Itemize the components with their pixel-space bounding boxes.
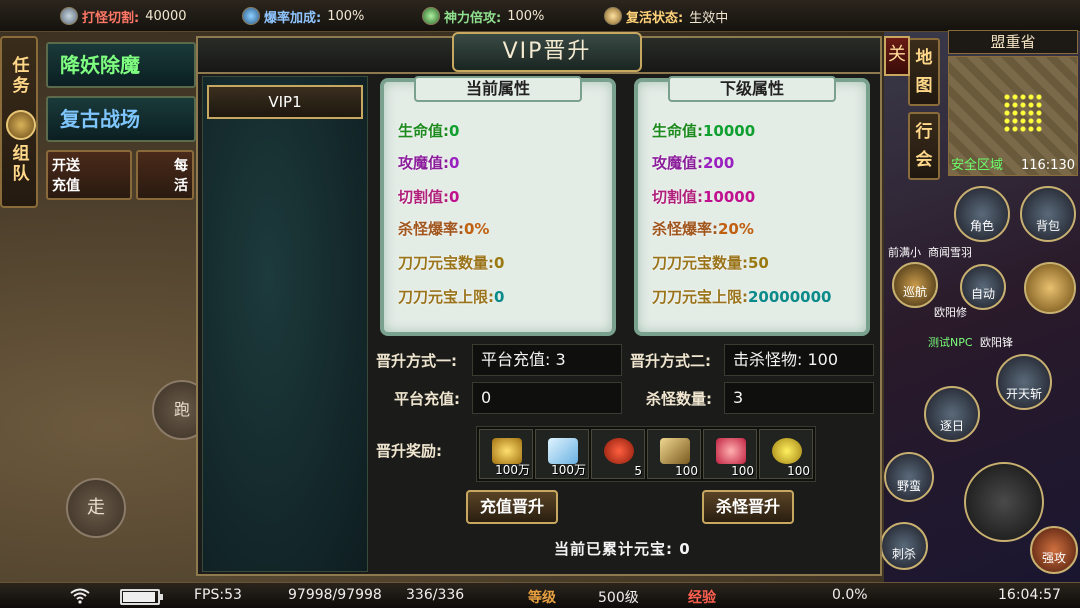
reward-item[interactable]: 100 [703, 429, 757, 479]
current-attributes-panel: 当前属性 生命值:0 攻魔值:0 切割值:0 杀怪爆率:0% 刀刀元宝数量:0 … [380, 76, 616, 336]
red-bag-icon [604, 438, 634, 464]
walk-button[interactable]: 走 [66, 478, 126, 538]
drop-icon [242, 7, 260, 25]
attr-row: 刀刀元宝上限:20000000 [652, 288, 832, 306]
bag-button[interactable]: 背包 [1020, 186, 1076, 242]
vip-promotion-dialog: VIP晋升 关 VIP1 当前属性 生命值:0 攻魔值:0 切割值:0 杀怪爆率… [196, 32, 910, 576]
hp: 97998/97998 [288, 587, 382, 603]
heart-icon [716, 438, 746, 464]
reward-item[interactable]: 100万 [479, 429, 533, 479]
patrol-button[interactable]: 巡航 [892, 262, 938, 308]
coordinates: 116:130 [1020, 158, 1075, 173]
reward-label: 晋升奖励: [376, 442, 442, 460]
next-attributes-title: 下级属性 [668, 76, 836, 102]
crossed-swords-icon [422, 7, 440, 25]
attr-row: 刀刀元宝数量:50 [652, 254, 769, 272]
heart-icon [604, 7, 622, 25]
method2-label: 晋升方式二: [630, 352, 711, 370]
attr-row: 生命值:10000 [652, 122, 756, 140]
battery-icon [120, 589, 163, 605]
skill-kaitianzhan[interactable]: 开天斩 [996, 354, 1052, 410]
left-side-tabs: 任务 组队 [0, 36, 38, 208]
skill-qianggong[interactable]: 强攻 [1030, 526, 1078, 574]
recharge-value: 0 [472, 382, 622, 414]
close-button[interactable]: 关 [884, 36, 910, 76]
attr-row: 杀怪爆率:0% [398, 220, 490, 238]
exp-value: 0.0% [832, 587, 868, 603]
next-attributes-panel: 下级属性 生命值:10000 攻魔值:200 切割值:10000 杀怪爆率:20… [634, 76, 870, 336]
activity-button[interactable]: 每 活 [136, 150, 194, 200]
gold-orb-icon [772, 438, 802, 464]
level-label: 等级 [528, 590, 556, 606]
skill-yeman[interactable]: 野蛮 [884, 452, 934, 502]
method2-value: 击杀怪物: 100 [724, 344, 874, 376]
exp-label: 经验 [688, 590, 716, 606]
reward-item[interactable]: 5 [591, 429, 645, 479]
level-value: 500级 [598, 590, 639, 606]
clock: 16:04:57 [998, 587, 1061, 603]
demon-slaying-button[interactable]: 降妖除魔 [46, 42, 196, 88]
method1-label: 晋升方式一: [376, 352, 457, 370]
battery-level [123, 592, 156, 602]
attr-row: 切割值:0 [398, 188, 460, 206]
scroll-icon [660, 438, 690, 464]
kills-label: 杀怪数量: [646, 390, 712, 408]
cut-stat: 打怪切割: 40000 [60, 5, 187, 27]
reward-item[interactable]: 100 [759, 429, 813, 479]
map-button[interactable]: 地图 [908, 38, 940, 106]
character-button[interactable]: 角色 [954, 186, 1010, 242]
attr-row: 刀刀元宝上限:0 [398, 288, 505, 306]
attr-row: 生命值:0 [398, 122, 460, 140]
minimap[interactable]: 安全区域 116:130 [948, 56, 1078, 176]
skill-zhuri[interactable]: 逐日 [924, 386, 980, 442]
bottom-status-bar: FPS:53 97998/97998 336/336 等级 500级 经验 0.… [0, 582, 1080, 608]
dialog-title: VIP晋升 [452, 32, 642, 72]
method1-value: 平台充值: 3 [472, 344, 622, 376]
ancient-battlefield-button[interactable]: 复古战场 [46, 96, 196, 142]
recharge-promote-button[interactable]: 充值晋升 [466, 490, 558, 524]
recharge-label: 平台充值: [394, 390, 460, 408]
map-name: 盟重省 [948, 30, 1078, 54]
attr-row: 切割值:10000 [652, 188, 756, 206]
zone-label: 安全区域 [951, 158, 1004, 173]
wifi-icon [70, 588, 90, 604]
move-joystick-icon[interactable] [1024, 262, 1076, 314]
attack-sword-icon[interactable] [964, 462, 1044, 542]
drop-rate-stat: 爆率加成: 100% [242, 5, 364, 27]
tab-task[interactable]: 任务 [10, 56, 32, 96]
revive-stat: 复活状态: 生效中 [604, 5, 728, 27]
attr-row: 杀怪爆率:20% [652, 220, 754, 238]
skill-cisha[interactable]: 刺杀 [880, 522, 928, 570]
reward-item[interactable]: 100万 [535, 429, 589, 479]
fps: FPS:53 [194, 587, 242, 603]
minimap-markers [1003, 93, 1043, 133]
vip-level-list: VIP1 [202, 76, 368, 572]
reward-list: 100万 100万 5 100 100 100 [476, 426, 816, 482]
top-status-bar: 打怪切割: 40000 爆率加成: 100% 神力倍攻: 100% 复活状态: … [0, 0, 1080, 32]
attr-row: 攻魔值:0 [398, 154, 460, 172]
switch-icon[interactable] [6, 110, 36, 140]
current-attributes-title: 当前属性 [414, 76, 582, 102]
tab-team[interactable]: 组队 [10, 144, 32, 184]
power-stat: 神力倍攻: 100% [422, 5, 544, 27]
tab-vip1[interactable]: VIP1 [207, 85, 363, 119]
kills-value: 3 [724, 382, 874, 414]
recharge-gift-button[interactable]: 开送 充值 [46, 150, 132, 200]
reward-item[interactable]: 100 [647, 429, 701, 479]
sword-icon [60, 7, 78, 25]
accumulated-ingots: 当前已累计元宝: 0 [554, 540, 691, 558]
kill-promote-button[interactable]: 杀怪晋升 [702, 490, 794, 524]
guild-button[interactable]: 行会 [908, 112, 940, 180]
attr-row: 攻魔值:200 [652, 154, 735, 172]
mp: 336/336 [406, 587, 465, 603]
game-screen: 打怪切割: 40000 爆率加成: 100% 神力倍攻: 100% 复活状态: … [0, 0, 1080, 608]
attr-row: 刀刀元宝数量:0 [398, 254, 505, 272]
